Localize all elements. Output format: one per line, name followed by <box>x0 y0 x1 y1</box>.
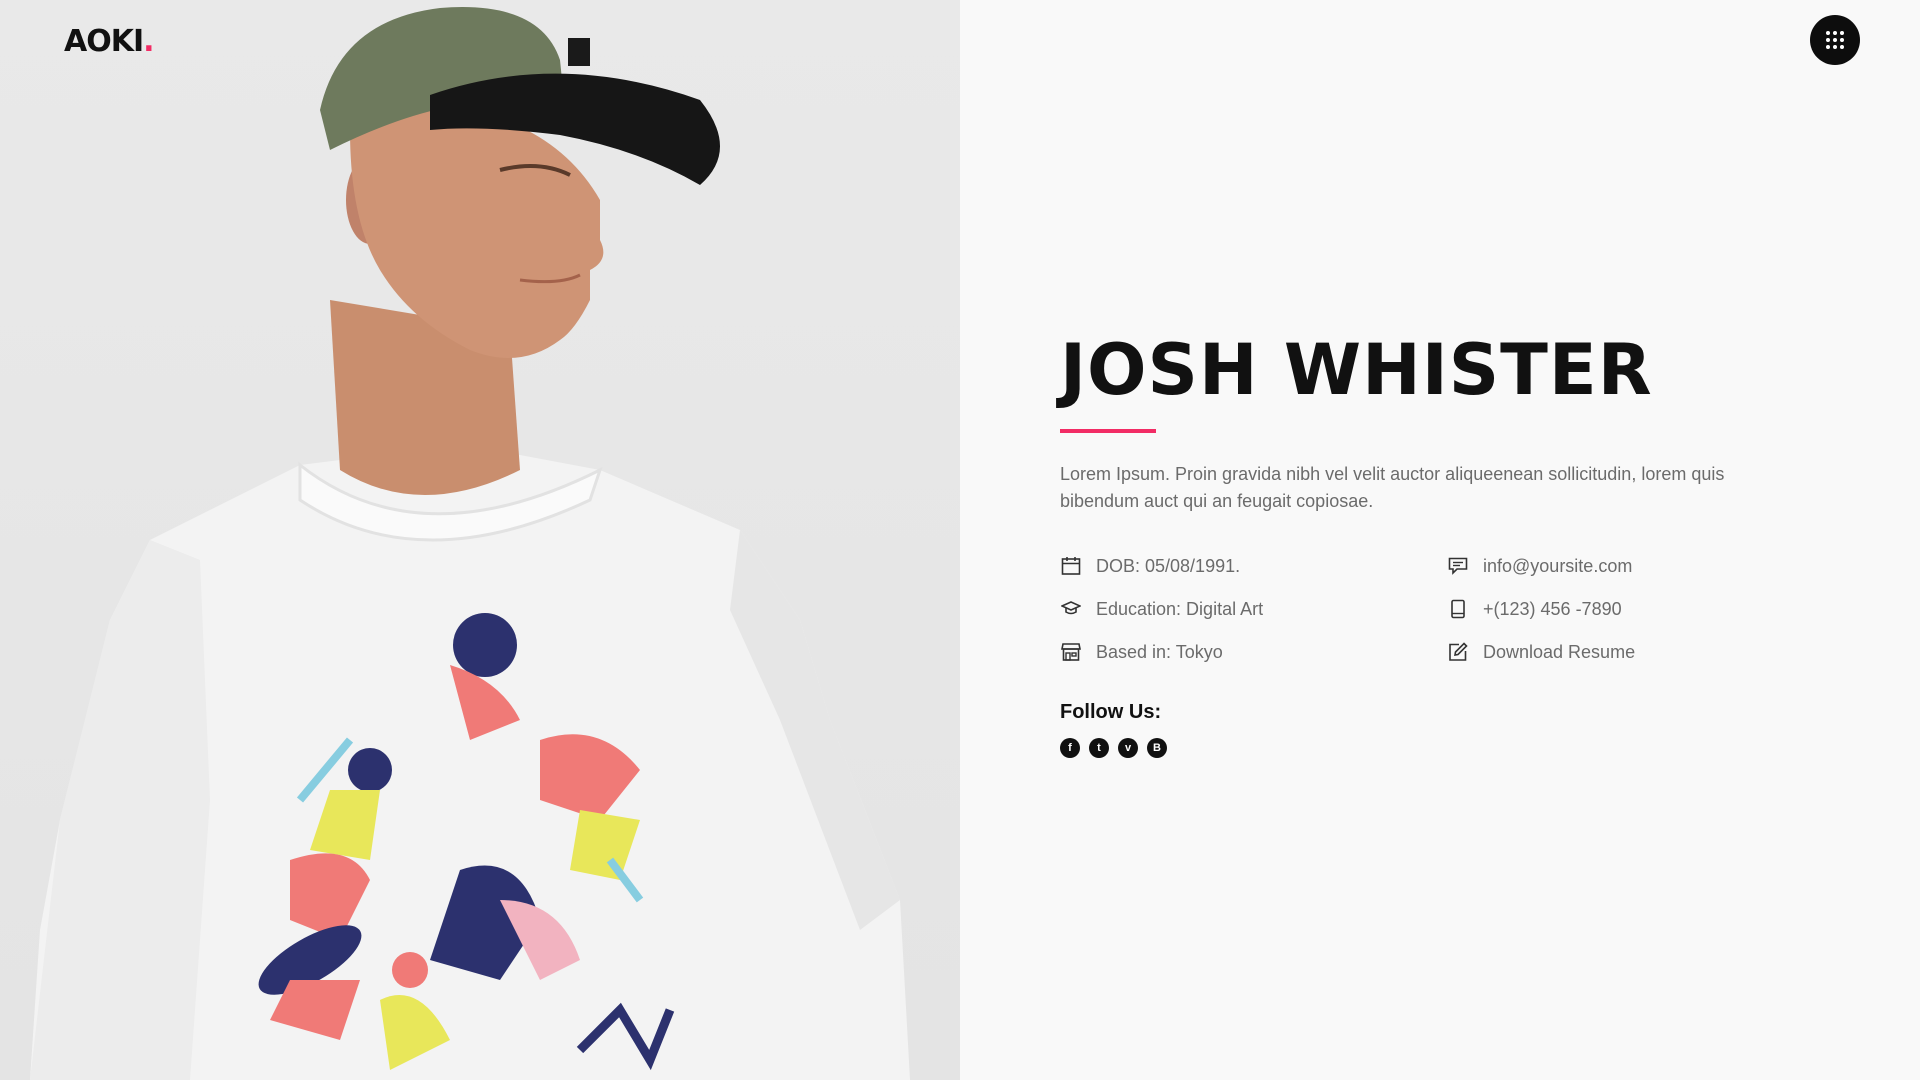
profile-details: DOB: 05/08/1991. info@yoursite.com Educa… <box>1060 555 1790 663</box>
facebook-icon[interactable]: f <box>1060 738 1080 758</box>
edit-icon <box>1447 641 1469 663</box>
brand-logo-dot: . <box>143 24 154 59</box>
blogger-icon[interactable]: B <box>1147 738 1167 758</box>
grid-menu-icon <box>1826 31 1844 49</box>
dob-text: DOB: 05/08/1991. <box>1096 555 1241 576</box>
download-resume-link[interactable]: Download Resume <box>1483 642 1635 663</box>
based-item: Based in: Tokyo <box>1060 641 1447 663</box>
education-item: Education: Digital Art <box>1060 598 1447 620</box>
education-text: Education: Digital Art <box>1096 598 1264 619</box>
menu-button[interactable] <box>1810 15 1860 65</box>
profile-bio: Lorem Ipsum. Proin gravida nibh vel veli… <box>1060 464 1725 511</box>
email-item[interactable]: info@yoursite.com <box>1447 555 1787 577</box>
based-text: Based in: Tokyo <box>1096 641 1223 662</box>
phone-item[interactable]: +(123) 456 -7890 <box>1447 598 1787 620</box>
phone-link[interactable]: +(123) 456 -7890 <box>1483 599 1622 620</box>
follow-us-heading: Follow Us: <box>1060 701 1162 723</box>
calendar-icon <box>1060 555 1082 577</box>
twitter-icon[interactable]: t <box>1089 738 1109 758</box>
profile-section: JOSH WHISTER Lorem Ipsum. Proin gravida … <box>1060 325 1790 758</box>
storefront-icon <box>1060 641 1082 663</box>
dob-item: DOB: 05/08/1991. <box>1060 555 1447 577</box>
tablet-icon <box>1447 598 1469 620</box>
resume-item[interactable]: Download Resume <box>1447 641 1787 663</box>
chat-icon <box>1447 555 1469 577</box>
graduation-cap-icon <box>1060 598 1082 620</box>
profile-photo <box>0 0 960 1080</box>
brand-logo-text: AOKI <box>64 24 144 59</box>
social-links: f t v B <box>1060 738 1790 758</box>
profile-name: JOSH WHISTER <box>1060 329 1653 411</box>
title-underline <box>1060 429 1156 433</box>
vimeo-icon[interactable]: v <box>1118 738 1138 758</box>
email-link[interactable]: info@yoursite.com <box>1483 556 1632 577</box>
brand-logo[interactable]: AOKI. <box>64 24 155 59</box>
